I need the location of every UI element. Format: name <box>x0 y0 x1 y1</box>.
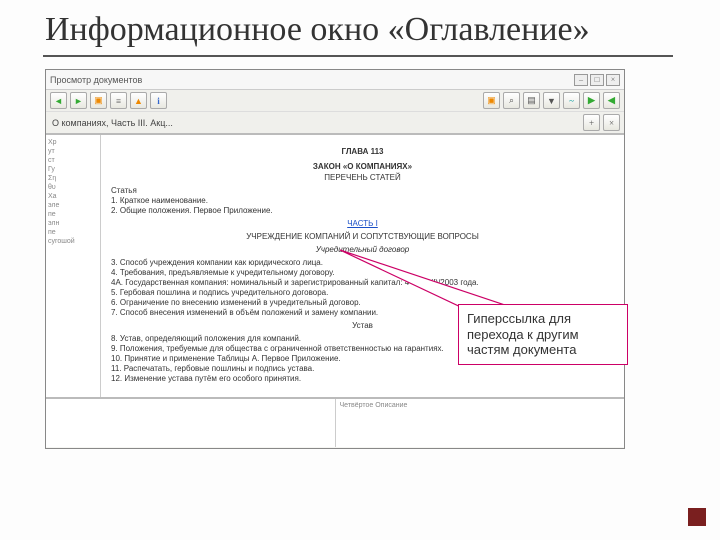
doc-line: 5. Гербовая пошлина и подпись учредитель… <box>111 288 614 297</box>
app-window: Просмотр документов – □ × ◄ ► ▣ ≡ ▲ i ▣ … <box>45 69 625 449</box>
nav-fwd-icon[interactable]: ► <box>70 92 87 109</box>
exit-icon[interactable]: ◀ <box>603 92 620 109</box>
doc-line: 3. Способ учреждения компании как юридич… <box>111 258 614 267</box>
doc-line: 4. Требования, предъявляемые к учредител… <box>111 268 614 277</box>
lamp-icon[interactable]: ▲ <box>130 92 147 109</box>
window-titlebar: Просмотр документов – □ × <box>46 70 624 90</box>
window-caption: Просмотр документов <box>50 75 142 85</box>
sidebar-fragment: θυ <box>48 184 98 191</box>
tab-main[interactable]: О компаниях, Часть III. Акц... <box>52 118 173 128</box>
doc-line: Статья <box>111 186 614 195</box>
sidebar-fragment: ст <box>48 157 98 164</box>
doc-line: 4А. Государственная компания: номинальны… <box>111 278 614 287</box>
bottom-col-2: Четвёртое Описание <box>336 399 625 447</box>
doc-subtitle: ПЕРЕЧЕНЬ СТАТЕЙ <box>111 173 614 182</box>
doc-icon[interactable]: ▣ <box>483 92 500 109</box>
minimize-button[interactable]: – <box>574 74 588 86</box>
part-hyperlink[interactable]: ЧАСТЬ I <box>347 219 378 228</box>
part-title: УЧРЕЖДЕНИЕ КОМПАНИЙ И СОПУТСТВУЮЩИЕ ВОПР… <box>111 232 614 241</box>
bottom-col-1 <box>46 399 336 447</box>
tab-close-icon[interactable]: × <box>603 114 620 131</box>
part-link-line: ЧАСТЬ I <box>111 219 614 228</box>
doc-line: 1. Краткое наименование. <box>111 196 614 205</box>
page-icon[interactable]: ▤ <box>523 92 540 109</box>
sidebar-fragment: сугошой <box>48 238 98 245</box>
filter-icon[interactable]: ▼ <box>543 92 560 109</box>
go-icon[interactable]: ▶ <box>583 92 600 109</box>
sidebar-fragment: Ση <box>48 175 98 182</box>
search-icon[interactable]: ⌕ <box>503 92 520 109</box>
maximize-button[interactable]: □ <box>590 74 604 86</box>
nav-back-icon[interactable]: ◄ <box>50 92 67 109</box>
sidebar-fragment: пе <box>48 211 98 218</box>
window-controls: – □ × <box>574 74 620 86</box>
doc-line: 11. Распечатать, гербовые пошлины и подп… <box>111 364 614 373</box>
part-sub: Учредительный договор <box>111 245 614 254</box>
doc-title: ЗАКОН «О КОМПАНИЯХ» <box>111 162 614 171</box>
doc-line: 2. Общие положения. Первое Приложение. <box>111 206 614 215</box>
sidebar-fragment: Хр <box>48 139 98 146</box>
callout-box: Гиперссылка для перехода к другим частям… <box>458 304 628 365</box>
sidebar-fragment: ут <box>48 148 98 155</box>
info-icon[interactable]: i <box>150 92 167 109</box>
slide-corner-accent <box>688 508 706 526</box>
toolbar-1: ◄ ► ▣ ≡ ▲ i ▣ ⌕ ▤ ▼ ~ ▶ ◀ <box>46 90 624 112</box>
doc-line: 12. Изменение устава путём его особого п… <box>111 374 614 383</box>
sidebar-fragment: элн <box>48 220 98 227</box>
sidebar-fragment: пе <box>48 229 98 236</box>
bottom-pane: Четвёртое Описание <box>46 397 624 447</box>
tab-plus-icon[interactable]: + <box>583 114 600 131</box>
sidebar-fragment: эле <box>48 202 98 209</box>
doc-chapter: ГЛАВА 113 <box>111 147 614 156</box>
tab-bar: О компаниях, Часть III. Акц... + × <box>46 112 624 134</box>
sidebar-fragment: Гу <box>48 166 98 173</box>
wave-icon[interactable]: ~ <box>563 92 580 109</box>
sidebar-fragment: Ха <box>48 193 98 200</box>
callout-text: Гиперссылка для перехода к другим частям… <box>467 311 579 357</box>
sidebar: Хр ут ст Гу Ση θυ Ха эле пе элн пе сугошой <box>46 135 101 397</box>
folder-icon[interactable]: ▣ <box>90 92 107 109</box>
slide-title: Информационное окно «Оглавление» <box>45 10 680 49</box>
toolbars: ◄ ► ▣ ≡ ▲ i ▣ ⌕ ▤ ▼ ~ ▶ ◀ О компаниях, Ч… <box>46 90 624 135</box>
book-icon[interactable]: ≡ <box>110 92 127 109</box>
title-rule <box>43 55 673 57</box>
close-button[interactable]: × <box>606 74 620 86</box>
